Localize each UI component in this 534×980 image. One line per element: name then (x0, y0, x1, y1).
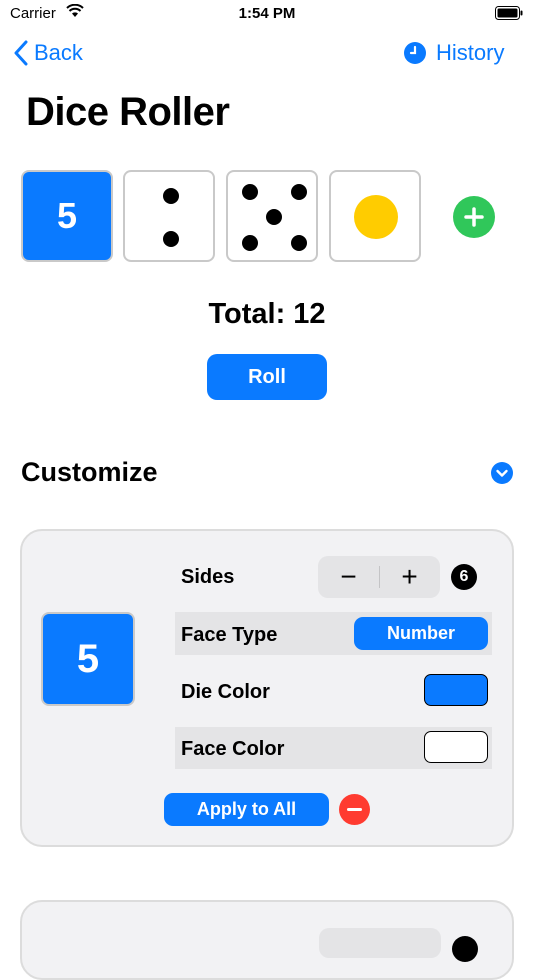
customize-heading: Customize (21, 457, 158, 487)
minus-icon (347, 808, 362, 811)
chevron-down-glyph (496, 469, 508, 477)
back-label: Back (34, 40, 83, 65)
roll-button[interactable]: Roll (207, 354, 327, 400)
pip (291, 235, 307, 251)
face-color-swatch[interactable] (424, 731, 488, 763)
page-title: Dice Roller (26, 90, 230, 134)
sides-decrement-button[interactable]: − (318, 556, 379, 598)
sides-stepper: − + (318, 556, 440, 598)
sides-increment-button[interactable]: + (379, 556, 440, 598)
history-button[interactable]: History (404, 40, 504, 66)
total-label: Total: 12 (208, 298, 326, 330)
status-time: 1:54 PM (238, 5, 296, 22)
battery-icon (495, 6, 523, 20)
die-symbol[interactable] (329, 170, 421, 262)
sides-label: Sides (181, 566, 235, 588)
pip (242, 235, 258, 251)
die-number[interactable]: 5 (21, 170, 113, 262)
die-pips-five[interactable] (226, 170, 318, 262)
die-pips-two[interactable] (123, 170, 215, 262)
sides-stepper-next[interactable] (319, 928, 441, 958)
sun-icon (354, 195, 398, 239)
status-bar: Carrier 1:54 PM (0, 0, 534, 28)
chevron-down-icon[interactable] (491, 462, 513, 484)
back-button[interactable]: Back (14, 40, 83, 66)
face-type-select[interactable]: Number (354, 617, 488, 650)
plus-icon (464, 207, 484, 227)
pip (242, 184, 258, 200)
face-color-label: Face Color (181, 738, 285, 760)
history-label: History (436, 40, 505, 65)
card-die-preview: 5 (41, 612, 135, 706)
face-type-label: Face Type (181, 624, 278, 646)
die-color-label: Die Color (181, 681, 270, 703)
sides-count-badge: 6 (451, 564, 477, 590)
card-die-value: 5 (76, 636, 100, 681)
die-settings-card-next (20, 900, 514, 980)
pip (266, 209, 282, 225)
pip (291, 184, 307, 200)
die-value: 5 (56, 195, 78, 236)
remove-die-button[interactable] (339, 794, 370, 825)
clock-icon (404, 42, 426, 64)
pip (163, 188, 179, 204)
die-color-swatch[interactable] (424, 674, 488, 706)
pip (163, 231, 179, 247)
sides-count-badge-next (452, 936, 478, 962)
add-die-button[interactable] (453, 196, 495, 238)
apply-to-all-button[interactable]: Apply to All (164, 793, 329, 826)
chevron-left-icon (14, 40, 28, 66)
